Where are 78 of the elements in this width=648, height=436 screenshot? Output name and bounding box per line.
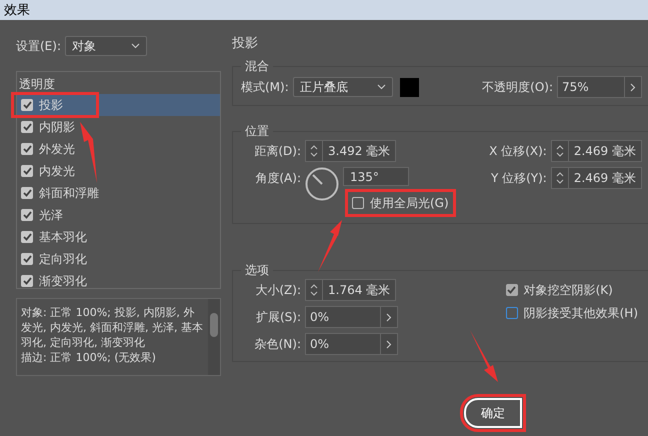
checkmark-icon [22, 211, 32, 219]
checkmark-icon [22, 277, 32, 285]
checkmark-icon [22, 101, 32, 109]
effect-label: 内阴影 [39, 118, 75, 136]
chevron-icon [630, 82, 636, 92]
angle-dial[interactable] [305, 167, 339, 201]
panel-title: 投影 [232, 35, 259, 52]
effect-item[interactable]: 渐变羽化 [17, 270, 220, 292]
chevron-icon [386, 340, 392, 348]
checkbox[interactable] [21, 99, 33, 111]
percent-field[interactable]: 75% [557, 76, 642, 98]
effect-item[interactable]: 定向羽化 [17, 248, 220, 270]
list-header: 透明度 [18, 76, 56, 93]
option-checkbox[interactable]: 阴影接受其他效果(H) [506, 304, 638, 322]
effect-item[interactable]: 内阴影 [17, 116, 220, 138]
field-label: 角度(A): [254, 170, 301, 187]
spinner-field[interactable]: 2.469 毫米 [550, 140, 642, 162]
checkmark-icon [507, 286, 516, 294]
effect-label: 内发光 [39, 162, 75, 180]
checkbox[interactable] [21, 143, 33, 155]
scrollbar[interactable] [208, 299, 220, 375]
checkbox[interactable] [21, 231, 33, 243]
checkbox[interactable] [21, 253, 33, 265]
summary-text: 对象: 正常 100%; 投影, 内阴影, 外发光, 内发光, 斜面和浮雕, 光泽, 基本羽化, 定向羽化, 渐变羽化 [21, 305, 204, 350]
field-label: Y 位移(Y): [490, 170, 547, 186]
percent-field[interactable]: 0% [305, 306, 398, 328]
effect-label: 渐变羽化 [39, 272, 87, 290]
effect-label: 光泽 [39, 206, 63, 224]
angle-field[interactable]: 135° [343, 167, 409, 186]
effect-label: 斜面和浮雕 [39, 184, 99, 202]
checkmark-icon [22, 145, 32, 153]
spinner-icon [310, 282, 318, 298]
field-label: 扩展(S): [254, 308, 301, 326]
global-light-checkbox[interactable]: 使用全局光(G) [345, 189, 456, 217]
caret-icon [376, 84, 386, 90]
field-label: 大小(Z): [254, 282, 301, 298]
spinner-icon [310, 143, 318, 159]
field-label: 不透明度(O): [482, 78, 553, 96]
summary-text: 描边: 正常 100%; (无效果) [21, 350, 157, 365]
settings-dropdown[interactable]: 对象 [65, 36, 147, 56]
effect-item[interactable]: 斜面和浮雕 [17, 182, 220, 204]
group-legend: 位置 [241, 123, 273, 140]
effect-label: 定向羽化 [39, 250, 87, 268]
window-title: 效果 [4, 2, 30, 19]
effect-label: 投影 [39, 96, 63, 114]
checkmark-icon [22, 233, 32, 241]
chevron-icon [386, 312, 392, 322]
spinner-icon [556, 143, 564, 159]
field-label: 距离(D): [253, 142, 301, 160]
checkmark-icon [22, 255, 32, 263]
checkmark-icon [22, 167, 32, 175]
checkbox[interactable] [21, 165, 33, 177]
group-legend: 混合 [241, 58, 273, 75]
spinner-field[interactable]: 1.764 毫米 [305, 279, 396, 301]
field-label: 模式(M): [241, 78, 289, 96]
checkbox[interactable] [21, 187, 33, 199]
spinner-field[interactable]: 3.492 毫米 [305, 140, 396, 162]
effect-label: 外发光 [39, 140, 75, 158]
effect-label: 基本羽化 [39, 228, 87, 246]
settings-label: 设置(E): [16, 38, 61, 54]
group-legend: 选项 [241, 262, 273, 279]
effect-item[interactable]: 外发光 [17, 138, 220, 160]
effect-item[interactable]: 基本羽化 [17, 226, 220, 248]
field-label: X 位移(X): [489, 142, 547, 160]
mode-dropdown[interactable]: 正片叠底 [292, 77, 393, 97]
effect-item[interactable]: 光泽 [17, 204, 220, 226]
spinner-field[interactable]: 2.469 毫米 [550, 167, 642, 189]
field-label: 杂色(N): [254, 336, 301, 352]
checkbox[interactable] [21, 209, 33, 221]
effect-item[interactable]: 内发光 [17, 160, 220, 182]
checkmark-icon [22, 189, 32, 197]
caret-icon [131, 43, 140, 49]
checkmark-icon [22, 123, 32, 131]
checkbox[interactable] [21, 275, 33, 287]
color-swatch[interactable] [400, 78, 419, 96]
checkbox[interactable] [21, 121, 33, 133]
percent-field[interactable]: 0% [305, 333, 398, 355]
spinner-icon [556, 170, 564, 186]
